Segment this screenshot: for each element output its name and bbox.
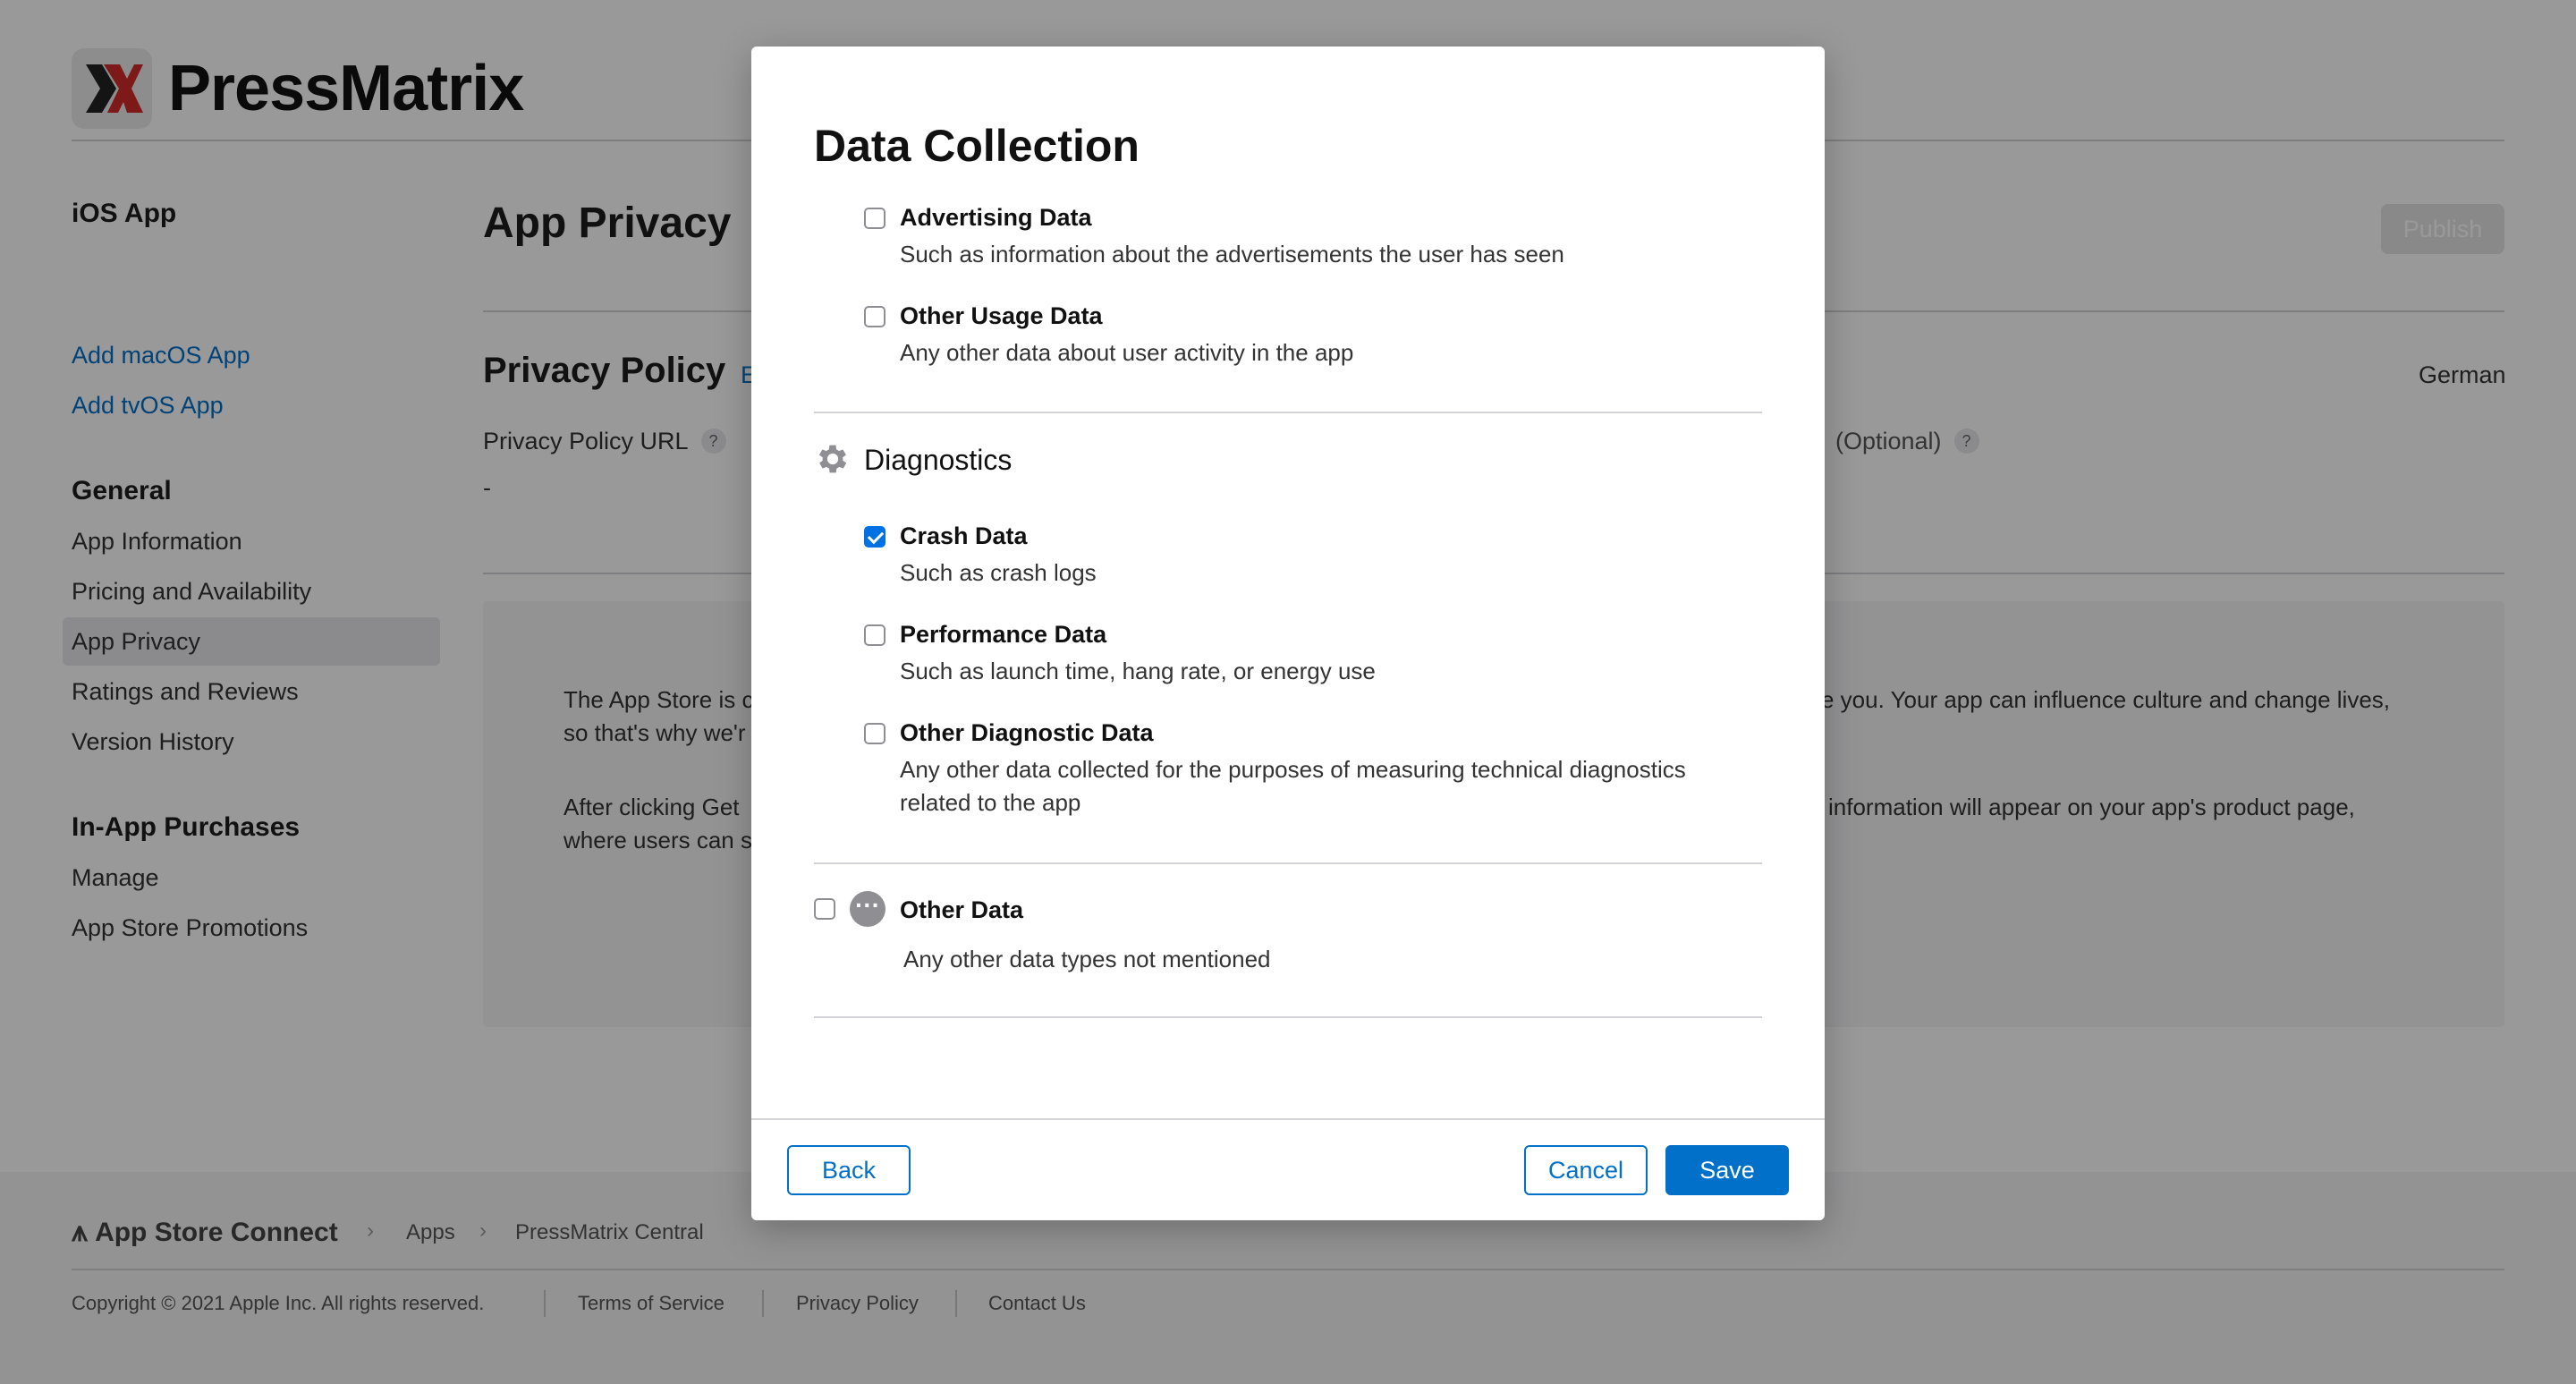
modal-footer-divider [751,1118,1825,1120]
other-diagnostic-data-desc-line-1: Any other data collected for the purpose… [900,756,1686,783]
other-diagnostic-data-checkbox[interactable] [864,723,886,744]
advertising-data-label: Advertising Data [900,204,1092,231]
more-icon: ··· [850,891,886,927]
data-collection-modal: Data Collection Advertising Data Such as… [751,47,1825,1220]
gear-icon [814,440,852,482]
other-usage-data-desc: Any other data about user activity in th… [900,339,1354,366]
advertising-data-checkbox[interactable] [864,208,886,229]
other-data-desc: Any other data types not mentioned [903,946,1271,972]
crash-data-desc: Such as crash logs [900,559,1097,586]
modal-divider [814,1016,1762,1018]
other-diagnostic-data-desc-line-2: related to the app [900,789,1081,816]
modal-divider [814,862,1762,864]
advertising-data-desc: Such as information about the advertisem… [900,241,1564,267]
performance-data-desc: Such as launch time, hang rate, or energ… [900,658,1376,684]
other-diagnostic-data-desc: Any other data collected for the purpose… [900,753,1686,819]
other-usage-data-checkbox[interactable] [864,306,886,327]
save-button[interactable]: Save [1665,1145,1789,1195]
cancel-button[interactable]: Cancel [1524,1145,1648,1195]
modal-divider [814,412,1762,413]
crash-data-checkbox[interactable] [864,526,886,548]
performance-data-label: Performance Data [900,621,1107,648]
performance-data-checkbox[interactable] [864,624,886,646]
modal-title: Data Collection [814,121,1140,171]
other-data-label: Other Data [900,896,1024,923]
back-button[interactable]: Back [787,1145,911,1195]
other-usage-data-label: Other Usage Data [900,302,1103,329]
diagnostics-title: Diagnostics [864,444,1013,476]
other-data-checkbox[interactable] [814,898,835,920]
crash-data-label: Crash Data [900,522,1028,549]
other-diagnostic-data-label: Other Diagnostic Data [900,719,1154,746]
